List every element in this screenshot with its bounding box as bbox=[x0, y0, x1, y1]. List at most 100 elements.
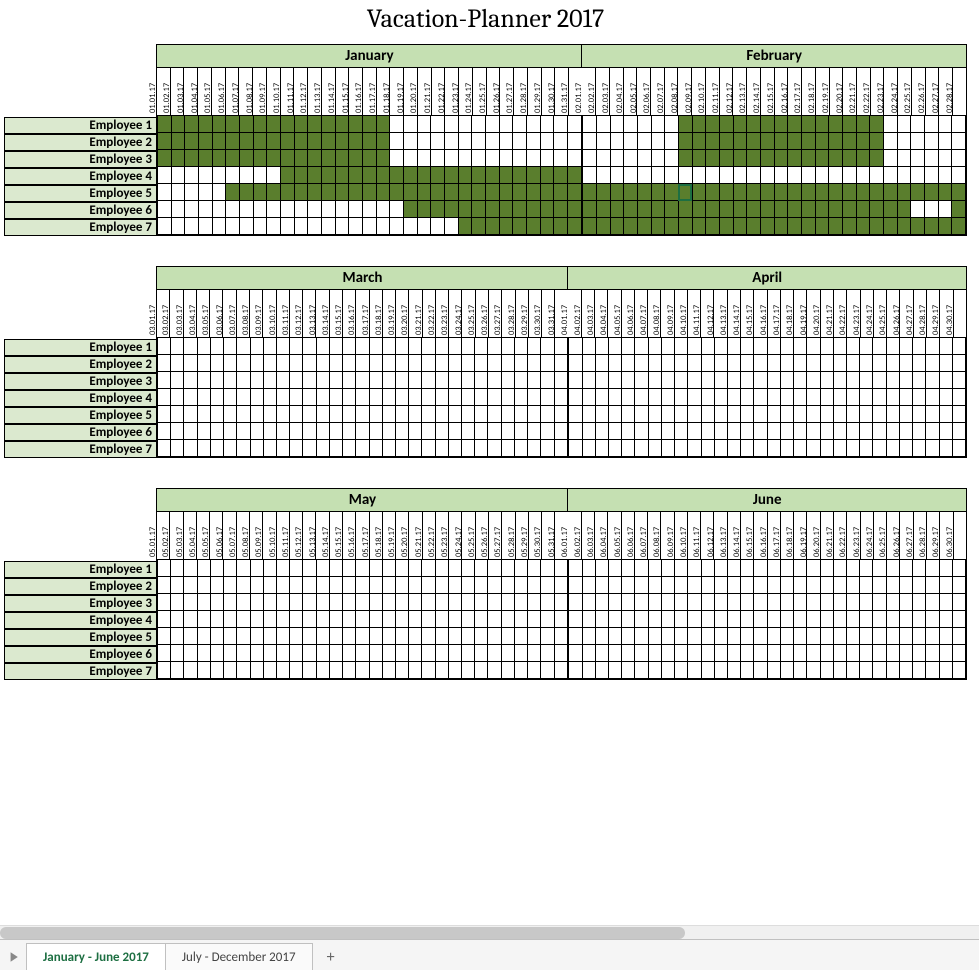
vacation-cell[interactable] bbox=[369, 560, 382, 577]
vacation-cell[interactable] bbox=[250, 662, 263, 679]
vacation-cell[interactable] bbox=[501, 389, 514, 406]
vacation-cell[interactable] bbox=[474, 355, 487, 372]
vacation-cell[interactable] bbox=[842, 184, 856, 201]
vacation-cell[interactable] bbox=[925, 662, 938, 679]
vacation-cell[interactable] bbox=[806, 372, 819, 389]
vacation-cell[interactable] bbox=[674, 440, 687, 457]
vacation-cell[interactable] bbox=[250, 372, 263, 389]
vacation-cell[interactable] bbox=[687, 594, 700, 611]
vacation-cell[interactable] bbox=[435, 372, 448, 389]
vacation-cell[interactable] bbox=[369, 577, 382, 594]
vacation-cell[interactable] bbox=[872, 577, 885, 594]
vacation-cell[interactable] bbox=[527, 338, 540, 355]
vacation-cell[interactable] bbox=[833, 423, 846, 440]
vacation-cell[interactable] bbox=[223, 645, 236, 662]
vacation-cell[interactable] bbox=[846, 645, 859, 662]
vacation-cell[interactable] bbox=[403, 201, 417, 218]
vacation-cell[interactable] bbox=[250, 389, 263, 406]
vacation-cell[interactable] bbox=[687, 355, 700, 372]
vacation-cell[interactable] bbox=[859, 440, 872, 457]
vacation-cell[interactable] bbox=[687, 440, 700, 457]
vacation-cell[interactable] bbox=[596, 150, 610, 167]
vacation-cell[interactable] bbox=[289, 628, 302, 645]
vacation-cell[interactable] bbox=[760, 116, 774, 133]
vacation-cell[interactable] bbox=[184, 133, 198, 150]
vacation-cell[interactable] bbox=[487, 577, 500, 594]
vacation-cell[interactable] bbox=[514, 338, 527, 355]
vacation-cell[interactable] bbox=[846, 611, 859, 628]
vacation-cell[interactable] bbox=[487, 423, 500, 440]
vacation-cell[interactable] bbox=[705, 184, 719, 201]
vacation-cell[interactable] bbox=[846, 594, 859, 611]
vacation-cell[interactable] bbox=[856, 201, 870, 218]
vacation-cell[interactable] bbox=[648, 662, 661, 679]
vacation-cell[interactable] bbox=[912, 560, 925, 577]
vacation-cell[interactable] bbox=[753, 662, 766, 679]
vacation-cell[interactable] bbox=[678, 133, 692, 150]
vacation-cell[interactable] bbox=[307, 116, 321, 133]
vacation-cell[interactable] bbox=[421, 372, 434, 389]
vacation-cell[interactable] bbox=[376, 116, 390, 133]
vacation-cell[interactable] bbox=[223, 594, 236, 611]
vacation-cell[interactable] bbox=[514, 406, 527, 423]
vacation-cell[interactable] bbox=[621, 594, 634, 611]
vacation-cell[interactable] bbox=[664, 150, 678, 167]
vacation-cell[interactable] bbox=[621, 560, 634, 577]
vacation-cell[interactable] bbox=[184, 150, 198, 167]
vacation-cell[interactable] bbox=[158, 628, 170, 645]
vacation-cell[interactable] bbox=[774, 167, 788, 184]
vacation-cell[interactable] bbox=[158, 201, 171, 218]
vacation-cell[interactable] bbox=[820, 577, 833, 594]
vacation-cell[interactable] bbox=[408, 628, 421, 645]
vacation-cell[interactable] bbox=[389, 150, 403, 167]
vacation-cell[interactable] bbox=[158, 150, 171, 167]
vacation-cell[interactable] bbox=[595, 577, 608, 594]
vacation-cell[interactable] bbox=[289, 389, 302, 406]
vacation-cell[interactable] bbox=[514, 645, 527, 662]
vacation-cell[interactable] bbox=[634, 628, 647, 645]
vacation-cell[interactable] bbox=[236, 560, 249, 577]
vacation-cell[interactable] bbox=[815, 150, 829, 167]
vacation-cell[interactable] bbox=[289, 662, 302, 679]
vacation-cell[interactable] bbox=[815, 133, 829, 150]
vacation-cell[interactable] bbox=[767, 423, 780, 440]
vacation-cell[interactable] bbox=[514, 577, 527, 594]
vacation-cell[interactable] bbox=[316, 389, 329, 406]
vacation-cell[interactable] bbox=[727, 338, 740, 355]
vacation-cell[interactable] bbox=[567, 184, 581, 201]
vacation-cell[interactable] bbox=[801, 133, 815, 150]
vacation-cell[interactable] bbox=[815, 116, 829, 133]
vacation-cell[interactable] bbox=[171, 218, 185, 235]
vacation-cell[interactable] bbox=[925, 389, 938, 406]
vacation-cell[interactable] bbox=[719, 184, 733, 201]
vacation-cell[interactable] bbox=[753, 628, 766, 645]
vacation-cell[interactable] bbox=[210, 423, 223, 440]
vacation-cell[interactable] bbox=[554, 662, 567, 679]
vacation-cell[interactable] bbox=[421, 423, 434, 440]
vacation-cell[interactable] bbox=[952, 372, 965, 389]
vacation-cell[interactable] bbox=[719, 218, 733, 235]
vacation-cell[interactable] bbox=[842, 218, 856, 235]
vacation-cell[interactable] bbox=[342, 560, 355, 577]
vacation-cell[interactable] bbox=[527, 372, 540, 389]
vacation-cell[interactable] bbox=[239, 167, 253, 184]
vacation-cell[interactable] bbox=[307, 133, 321, 150]
vacation-cell[interactable] bbox=[540, 423, 553, 440]
vacation-cell[interactable] bbox=[444, 201, 458, 218]
vacation-cell[interactable] bbox=[912, 611, 925, 628]
vacation-cell[interactable] bbox=[499, 116, 513, 133]
vacation-cell[interactable] bbox=[223, 628, 236, 645]
vacation-cell[interactable] bbox=[329, 440, 342, 457]
vacation-cell[interactable] bbox=[514, 560, 527, 577]
vacation-cell[interactable] bbox=[403, 116, 417, 133]
vacation-cell[interactable] bbox=[793, 338, 806, 355]
vacation-cell[interactable] bbox=[678, 116, 692, 133]
vacation-cell[interactable] bbox=[348, 218, 362, 235]
vacation-cell[interactable] bbox=[210, 611, 223, 628]
vacation-cell[interactable] bbox=[820, 662, 833, 679]
vacation-cell[interactable] bbox=[842, 133, 856, 150]
vacation-cell[interactable] bbox=[527, 611, 540, 628]
vacation-cell[interactable] bbox=[801, 150, 815, 167]
vacation-cell[interactable] bbox=[183, 338, 196, 355]
vacation-cell[interactable] bbox=[474, 423, 487, 440]
